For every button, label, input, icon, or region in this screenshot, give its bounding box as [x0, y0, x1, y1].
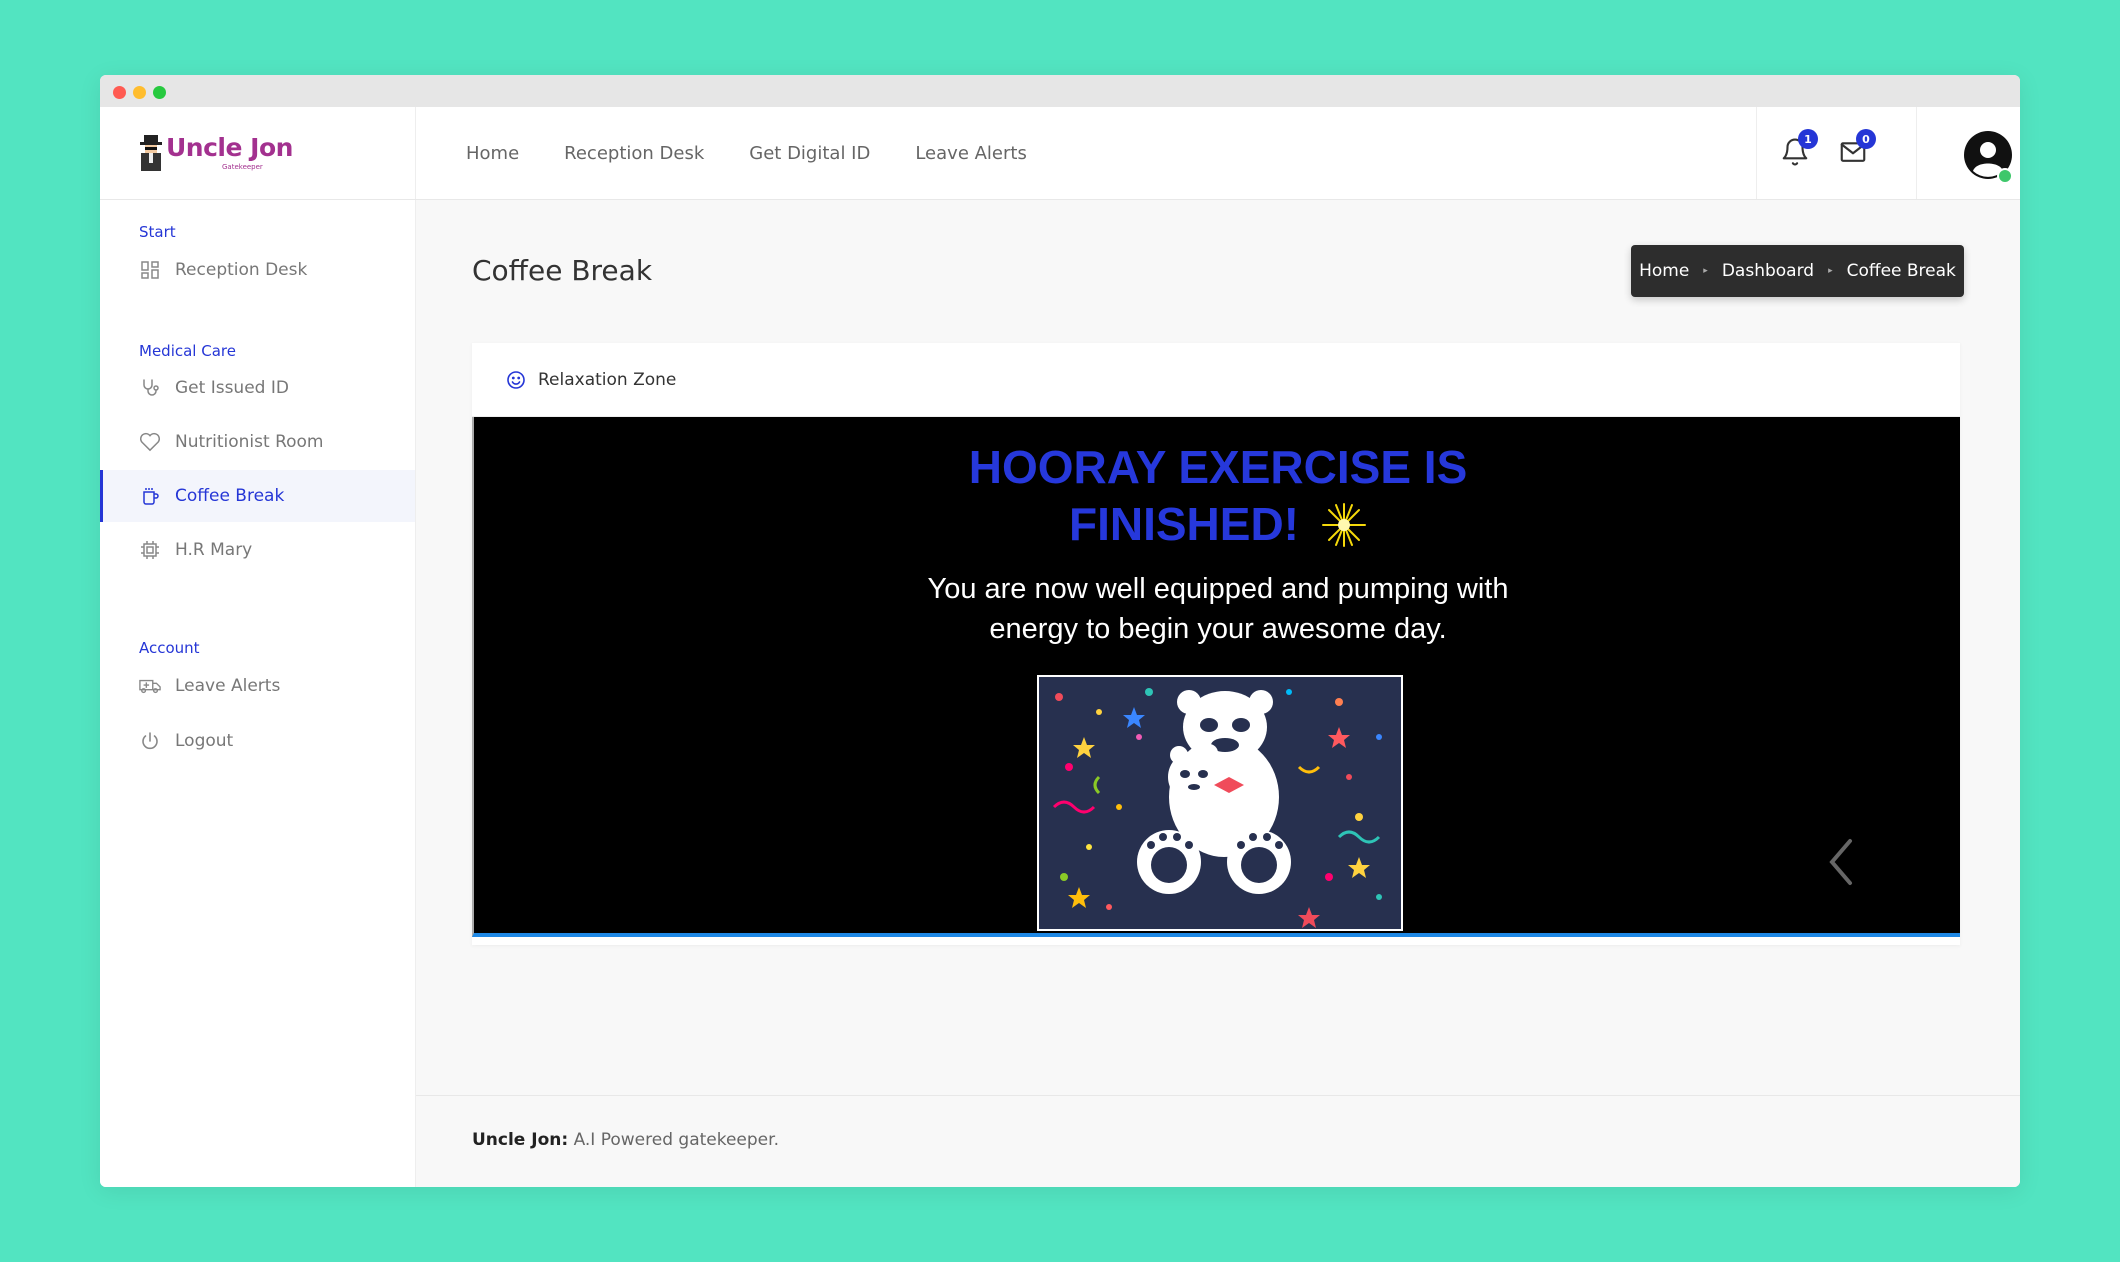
app-window: Uncle Jon Gatekeeper Home Reception Desk… — [100, 75, 2020, 1187]
coffee-cup-icon — [139, 485, 161, 507]
sidebar-section-start: Start — [139, 223, 176, 241]
celebrating-pandas-image — [1037, 675, 1403, 931]
sidebar-item-label: Nutritionist Room — [175, 432, 324, 452]
topnav-home[interactable]: Home — [466, 143, 519, 164]
sidebar-item-get-issued-id[interactable]: Get Issued ID — [100, 362, 415, 414]
sidebar-section-account: Account — [139, 639, 200, 657]
sidebar-item-hr-mary[interactable]: H.R Mary — [100, 524, 415, 576]
sidebar-item-coffee-break[interactable]: Coffee Break — [100, 470, 415, 522]
brand-subtitle: Gatekeeper — [222, 163, 263, 171]
headline-line-1: HOORAY EXERCISE IS — [968, 441, 1468, 493]
grid-icon — [139, 259, 161, 281]
online-status-indicator — [1997, 168, 2013, 184]
message-line-2: energy to begin your awesome day. — [989, 613, 1447, 645]
sidebar-item-label: Get Issued ID — [175, 378, 289, 398]
card-title: Relaxation Zone — [538, 369, 677, 390]
sidebar-item-label: Coffee Break — [175, 486, 285, 506]
sidebar-item-leave-alerts[interactable]: Leave Alerts — [100, 660, 415, 712]
sidebar-item-label: Leave Alerts — [175, 676, 281, 696]
celebration-message: You are now well equipped and pumping wi… — [474, 569, 1962, 649]
brand[interactable]: Uncle Jon Gatekeeper — [100, 107, 416, 199]
sidebar-item-label: H.R Mary — [175, 540, 253, 560]
header-actions: 1 0 — [1756, 107, 2020, 199]
sidebar-item-label: Reception Desk — [175, 260, 308, 280]
top-header: Uncle Jon Gatekeeper Home Reception Desk… — [100, 107, 2020, 200]
notifications-button[interactable]: 1 — [1780, 129, 1818, 167]
stethoscope-icon — [139, 377, 161, 399]
sidebar-item-label: Logout — [175, 731, 234, 751]
panda-illustration — [1137, 690, 1291, 894]
message-line-1: You are now well equipped and pumping wi… — [927, 573, 1509, 605]
sidebar-section-medical-care: Medical Care — [139, 342, 236, 360]
headline: HOORAY EXERCISE IS FINISHED! — [474, 439, 1962, 553]
sidebar: Start Reception Desk Medical Care Get Is… — [100, 200, 416, 1187]
chip-icon — [139, 539, 161, 561]
divider — [1756, 107, 1757, 199]
window-titlebar — [100, 75, 2020, 107]
chevron-right-icon: ▸ — [1828, 266, 1833, 276]
minimize-window-button[interactable] — [133, 86, 146, 99]
maximize-window-button[interactable] — [153, 86, 166, 99]
headline-line-2-wrap: FINISHED! — [474, 496, 1962, 553]
topnav-reception-desk[interactable]: Reception Desk — [564, 143, 704, 164]
card-header: Relaxation Zone — [472, 343, 1960, 417]
footer-text: Uncle Jon: A.I Powered gatekeeper. — [472, 1130, 779, 1150]
topnav-leave-alerts[interactable]: Leave Alerts — [915, 143, 1027, 164]
breadcrumb: Home ▸ Dashboard ▸ Coffee Break — [1631, 245, 1964, 297]
gatekeeper-logo-icon — [140, 135, 162, 171]
headline-line-2: FINISHED! — [1069, 498, 1299, 550]
notification-count-badge: 1 — [1798, 129, 1818, 149]
divider — [1916, 107, 1917, 199]
footer-tagline: A.I Powered gatekeeper. — [568, 1130, 779, 1150]
sparkler-icon — [1322, 502, 1366, 547]
footer-brand: Uncle Jon: — [472, 1130, 569, 1150]
smile-icon — [507, 370, 525, 389]
main-content: Coffee Break Home ▸ Dashboard ▸ Coffee B… — [416, 200, 2020, 1187]
breadcrumb-dashboard[interactable]: Dashboard — [1722, 261, 1814, 281]
power-icon — [139, 730, 161, 752]
sidebar-item-logout[interactable]: Logout — [100, 715, 415, 767]
topnav-get-digital-id[interactable]: Get Digital ID — [749, 143, 870, 164]
message-count-badge: 0 — [1856, 129, 1876, 149]
carousel-prev-arrow-icon[interactable] — [1826, 837, 1856, 887]
top-navigation: Home Reception Desk Get Digital ID Leave… — [466, 107, 1072, 199]
ambulance-icon — [139, 675, 161, 697]
page-title: Coffee Break — [472, 254, 653, 287]
relaxation-zone-card: Relaxation Zone HOORAY EXERCISE IS FINIS… — [472, 343, 1960, 945]
breadcrumb-current: Coffee Break — [1846, 261, 1956, 281]
sidebar-item-nutritionist-room[interactable]: Nutritionist Room — [100, 416, 415, 468]
brand-name: Uncle Jon — [166, 133, 293, 162]
sidebar-item-reception-desk[interactable]: Reception Desk — [100, 244, 415, 296]
chevron-right-icon: ▸ — [1703, 266, 1708, 276]
breadcrumb-home[interactable]: Home — [1639, 261, 1689, 281]
close-window-button[interactable] — [113, 86, 126, 99]
messages-button[interactable]: 0 — [1838, 129, 1876, 167]
page-footer: Uncle Jon: A.I Powered gatekeeper. — [416, 1095, 2020, 1187]
embedded-content-frame: HOORAY EXERCISE IS FINISHED! You are now… — [472, 417, 1960, 937]
heart-icon — [139, 431, 161, 453]
